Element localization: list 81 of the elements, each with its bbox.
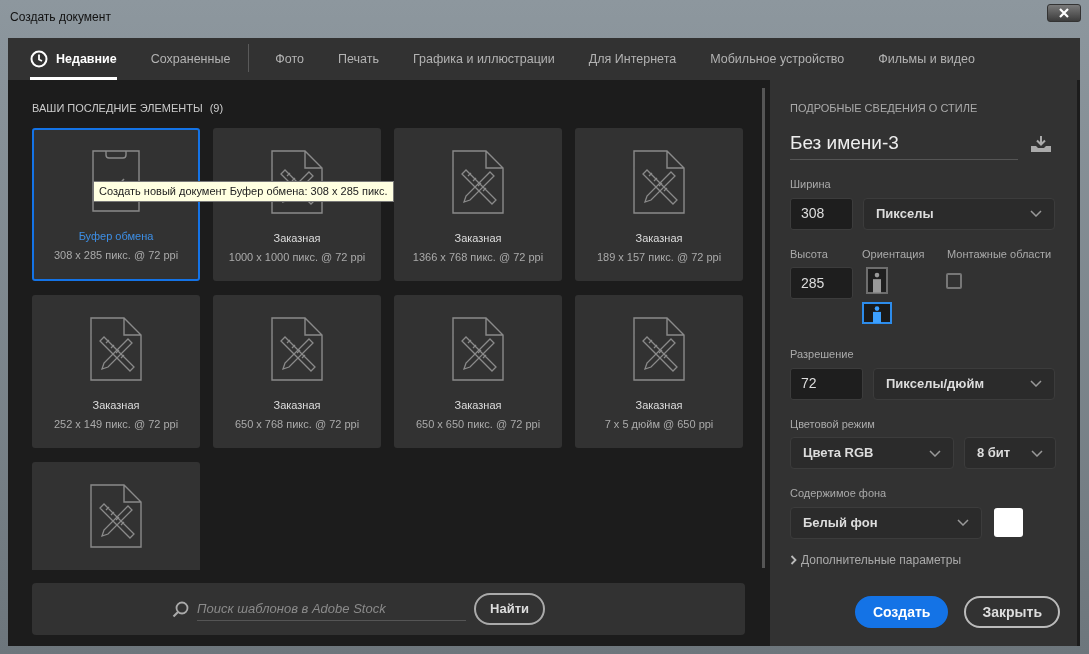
document-name-field[interactable]: Без имени-3 (790, 128, 1018, 160)
preset-tile[interactable]: Заказная 252 x 149 пикс. @ 72 ppi (32, 295, 200, 448)
chevron-down-icon (929, 449, 941, 457)
preset-size: 189 x 157 пикс. @ 72 ppi (596, 249, 722, 265)
preset-size: 7 x 5 дюйм @ 650 ppi (604, 416, 714, 432)
close-button[interactable] (1047, 4, 1081, 22)
field-label: Высота (790, 246, 829, 262)
preset-name: Заказная (454, 398, 502, 413)
document-ruler-pencil-icon (271, 317, 323, 381)
preset-size: 252 x 149 пикс. @ 72 ppi (53, 416, 179, 432)
clock-icon (30, 50, 48, 68)
document-ruler-pencil-icon (90, 317, 142, 381)
tab[interactable]: Сохраненные (150, 38, 231, 80)
field-label: Содержимое фона (790, 486, 887, 501)
scrollbar[interactable] (762, 88, 765, 568)
dropdown[interactable]: Пикселы (863, 197, 1055, 230)
preset-size: 650 x 650 пикс. @ 72 ppi (415, 416, 541, 432)
preset-tile[interactable]: Заказная 7 x 5 дюйм @ 650 ppi (575, 295, 743, 448)
preset-tile[interactable]: Заказная 650 x 650 пикс. @ 72 ppi (394, 295, 562, 448)
field-label: Ширина (790, 177, 831, 192)
advanced-options-toggle[interactable]: Дополнительные параметры (790, 550, 962, 569)
dropdown[interactable]: Пикселы/дюйм (873, 367, 1055, 400)
preset-name: Заказная (635, 398, 683, 413)
preset-name: Заказная (454, 231, 502, 246)
chevron-down-icon (1030, 210, 1042, 217)
search-field[interactable]: Поиск шаблонов в Adobe Stock (197, 596, 466, 622)
preset-size: 1366 x 768 пикс. @ 72 ppi (412, 249, 544, 265)
field-label: Ориентация (862, 246, 926, 262)
tab[interactable]: Недавние (30, 38, 117, 80)
chevron-right-icon (790, 554, 797, 565)
preset-name: Заказная (273, 231, 321, 246)
document-ruler-pencil-icon (90, 484, 142, 548)
dropdown[interactable]: 8 бит (964, 437, 1056, 469)
dropdown[interactable]: Белый фон (790, 506, 982, 539)
background-color-swatch[interactable] (994, 508, 1023, 537)
document-ruler-pencil-icon (452, 150, 504, 214)
chevron-down-icon (957, 519, 969, 526)
preset-name: Заказная (92, 398, 140, 413)
preset-tile[interactable]: Заказная 189 x 157 пикс. @ 72 ppi (575, 128, 743, 281)
tab[interactable]: Графика и иллюстрации (413, 38, 555, 80)
create-button[interactable]: Создать (854, 596, 949, 628)
portrait-orientation-button[interactable] (866, 267, 888, 294)
input-field[interactable]: 72 (790, 367, 863, 400)
chevron-down-icon (1031, 449, 1043, 457)
dropdown[interactable]: Цвета RGB (790, 437, 954, 469)
field-label: Разрешение (790, 347, 854, 362)
window-title: Создать документ (10, 9, 111, 26)
preset-size: 1000 x 1000 пикс. @ 72 ppi (228, 249, 366, 265)
artboards-checkbox[interactable] (946, 273, 962, 289)
tab[interactable]: Для Интернета (588, 38, 677, 80)
document-ruler-pencil-icon (452, 317, 504, 381)
close-button[interactable]: Закрыть (964, 596, 1060, 628)
search-button[interactable]: Найти (474, 593, 545, 625)
chevron-down-icon (1030, 380, 1042, 387)
preset-size: 308 x 285 пикс. @ 72 ppi (53, 247, 179, 263)
search-icon (172, 600, 189, 618)
preset-size: 650 x 768 пикс. @ 72 ppi (234, 416, 360, 432)
input-field[interactable]: 285 (790, 267, 853, 299)
close-icon (1059, 8, 1069, 18)
tooltip: Создать новый документ Буфер обмена: 308 x 285 пикс. (93, 181, 394, 202)
clipboard-check-icon (92, 150, 140, 212)
preset-name: Заказная (635, 231, 683, 246)
field-label: Цветовой режим (790, 416, 875, 432)
tab[interactable]: Мобильное устройство (710, 38, 845, 80)
tab[interactable]: Печать (338, 38, 379, 80)
landscape-orientation-button[interactable] (862, 302, 892, 324)
document-ruler-pencil-icon (633, 317, 685, 381)
item-count: (9) (209, 102, 224, 114)
section-heading: ВАШИ ПОСЛЕДНИЕ ЭЛЕМЕНТЫ (32, 102, 203, 114)
preset-tile[interactable] (32, 462, 200, 570)
preset-name: Заказная (273, 398, 321, 413)
preset-name: Буфер обмена (78, 229, 154, 244)
section-heading: ПОДРОБНЫЕ СВЕДЕНИЯ О СТИЛЕ (790, 101, 978, 116)
save-preset-icon[interactable] (1030, 135, 1052, 154)
preset-tile[interactable]: Заказная 650 x 768 пикс. @ 72 ppi (213, 295, 381, 448)
tab[interactable]: Фильмы и видео (878, 38, 975, 80)
preset-tile[interactable]: Заказная 1366 x 768 пикс. @ 72 ppi (394, 128, 562, 281)
document-ruler-pencil-icon (633, 150, 685, 214)
tab[interactable]: Фото (275, 38, 305, 80)
input-field[interactable]: 308 (790, 197, 853, 230)
field-label: Монтажные области (947, 246, 1052, 262)
